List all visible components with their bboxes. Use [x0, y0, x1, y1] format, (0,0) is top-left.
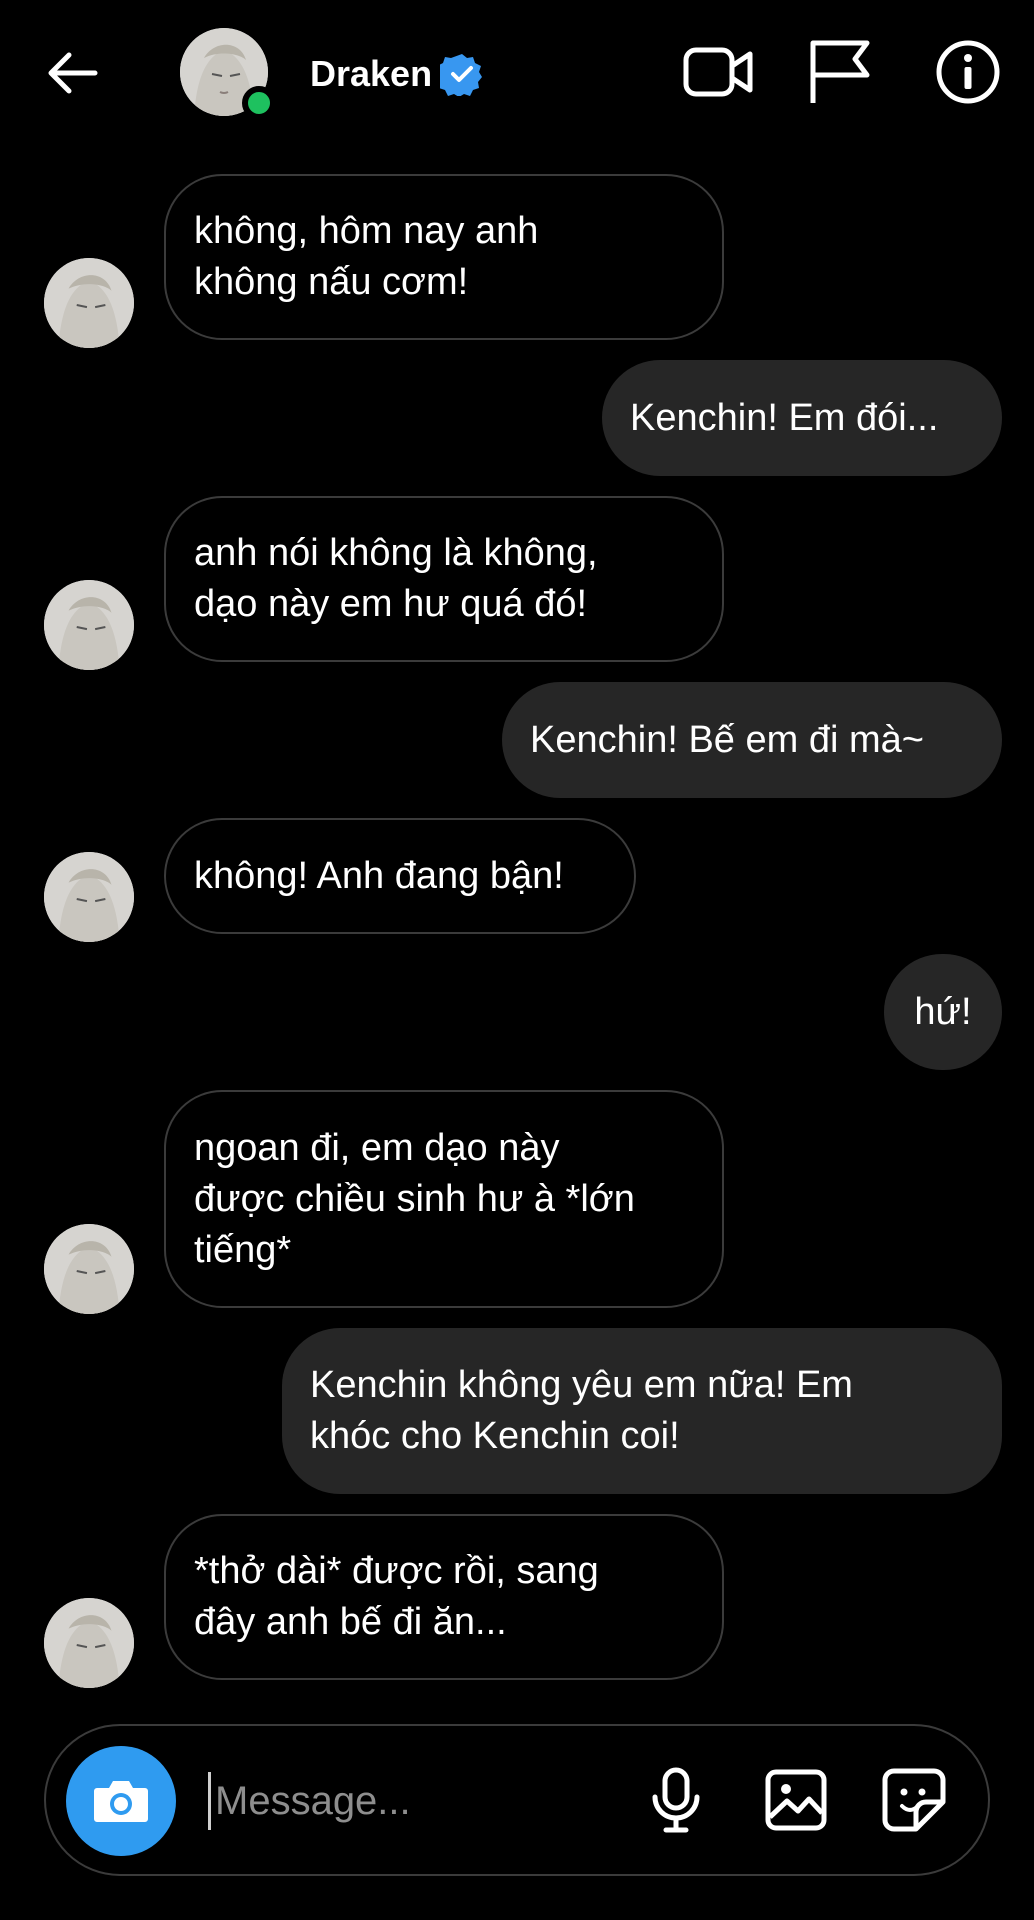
- message-text: Kenchin không yêu em nữa! Em khóc cho Ke…: [310, 1364, 853, 1457]
- back-button[interactable]: [40, 45, 104, 101]
- sender-avatar[interactable]: [44, 852, 134, 942]
- outgoing-message[interactable]: Kenchin không yêu em nữa! Em khóc cho Ke…: [282, 1328, 1002, 1494]
- message-text: *thở dài* được rồi, sang đây anh bế đi ă…: [194, 1550, 599, 1643]
- message-text: không, hôm nay anh không nấu cơm!: [194, 210, 539, 303]
- message-input[interactable]: [208, 1772, 637, 1830]
- info-button[interactable]: [930, 34, 1006, 110]
- image-icon: [765, 1769, 827, 1831]
- message-text: ngoan đi, em dạo này được chiều sinh hư …: [194, 1126, 635, 1271]
- outgoing-message[interactable]: Kenchin! Em đói...: [602, 360, 1002, 476]
- flag-icon: [810, 40, 870, 103]
- sticker-button[interactable]: [876, 1762, 952, 1838]
- incoming-message[interactable]: không, hôm nay anh không nấu cơm!: [164, 174, 724, 340]
- online-status-dot: [242, 86, 276, 120]
- message-text: anh nói không là không, dạo này em hư qu…: [194, 532, 598, 625]
- message-text: Kenchin! Bế em đi mà~: [530, 718, 924, 761]
- sender-avatar[interactable]: [44, 1598, 134, 1688]
- contact-name[interactable]: Draken: [310, 52, 432, 96]
- microphone-icon: [652, 1767, 700, 1833]
- outgoing-message[interactable]: hứ!: [884, 954, 1002, 1070]
- incoming-message[interactable]: *thở dài* được rồi, sang đây anh bế đi ă…: [164, 1514, 724, 1680]
- video-camera-icon: [683, 47, 753, 97]
- outgoing-message[interactable]: Kenchin! Bế em đi mà~: [502, 682, 1002, 798]
- sender-avatar[interactable]: [44, 580, 134, 670]
- camera-icon: [94, 1781, 148, 1822]
- message-text: hứ!: [914, 990, 972, 1033]
- sender-avatar[interactable]: [44, 1224, 134, 1314]
- verified-badge-icon: [440, 54, 482, 96]
- video-call-button[interactable]: [680, 34, 756, 110]
- info-icon: [936, 40, 1000, 104]
- contact-avatar[interactable]: [180, 28, 276, 120]
- chat-header: Draken: [0, 0, 1034, 150]
- message-composer: [44, 1724, 990, 1876]
- camera-button[interactable]: [66, 1746, 176, 1856]
- message-text: Kenchin! Em đói...: [630, 396, 939, 439]
- report-button[interactable]: [802, 34, 878, 110]
- gallery-button[interactable]: [758, 1762, 834, 1838]
- incoming-message[interactable]: ngoan đi, em dạo này được chiều sinh hư …: [164, 1090, 724, 1308]
- sticker-icon: [882, 1768, 946, 1832]
- arrow-left-icon: [48, 52, 98, 94]
- voice-message-button[interactable]: [638, 1762, 714, 1838]
- incoming-message[interactable]: không! Anh đang bận!: [164, 818, 636, 934]
- sender-avatar[interactable]: [44, 258, 134, 348]
- message-text: không! Anh đang bận!: [194, 854, 564, 897]
- incoming-message[interactable]: anh nói không là không, dạo này em hư qu…: [164, 496, 724, 662]
